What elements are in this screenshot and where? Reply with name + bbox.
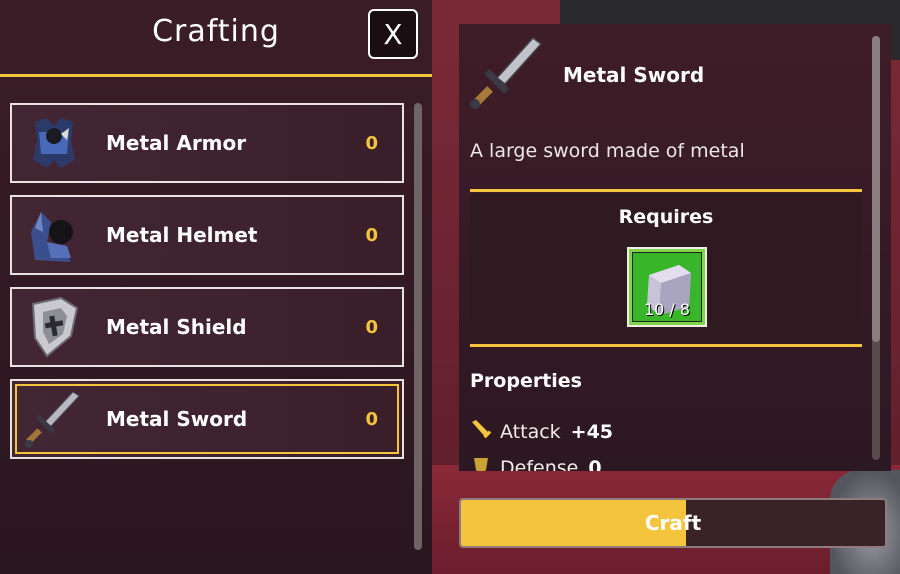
crafting-panel: Crafting X Metal Armor 0 Metal Helmet 0 … xyxy=(0,0,432,574)
property-attack: Attack +45 xyxy=(470,418,613,445)
craftable-list: Metal Armor 0 Metal Helmet 0 Metal Shiel… xyxy=(10,103,406,471)
list-item-metal-sword[interactable]: Metal Sword 0 xyxy=(10,379,404,459)
requirements-box: Requires 10 / 8 xyxy=(470,194,862,344)
item-name: Metal Shield xyxy=(106,315,247,339)
property-label: Defense xyxy=(500,456,579,472)
item-name: Metal Sword xyxy=(106,407,248,431)
sword-icon xyxy=(18,383,90,455)
list-item-metal-helmet[interactable]: Metal Helmet 0 xyxy=(10,195,404,275)
requirement-quantity: 10 / 8 xyxy=(643,300,691,319)
detail-header: Metal Sword xyxy=(467,34,704,116)
craft-label: Craft xyxy=(644,511,702,535)
shield-icon xyxy=(18,291,90,363)
detail-title: Metal Sword xyxy=(563,63,705,87)
sword-icon xyxy=(467,34,545,116)
title-divider xyxy=(0,74,432,77)
defense-icon xyxy=(470,454,492,471)
list-item-metal-armor[interactable]: Metal Armor 0 xyxy=(10,103,404,183)
item-name: Metal Armor xyxy=(106,131,247,155)
description-divider xyxy=(470,189,862,192)
item-count: 0 xyxy=(365,224,378,246)
property-defense: Defense 0 xyxy=(470,454,602,471)
list-scrollbar[interactable] xyxy=(414,103,422,550)
list-item-metal-shield[interactable]: Metal Shield 0 xyxy=(10,287,404,367)
craft-button[interactable]: Craft xyxy=(459,498,887,548)
properties-label: Properties xyxy=(470,370,582,392)
item-count: 0 xyxy=(365,408,378,430)
property-value: 0 xyxy=(588,456,602,472)
armor-icon xyxy=(18,107,90,179)
item-name: Metal Helmet xyxy=(106,223,258,247)
attack-icon xyxy=(470,418,492,445)
close-button[interactable]: X xyxy=(368,9,418,59)
requirements-divider xyxy=(470,344,862,347)
detail-scrollbar[interactable] xyxy=(872,36,880,460)
detail-description: A large sword made of metal xyxy=(470,140,745,162)
property-value: +45 xyxy=(570,420,614,443)
item-count: 0 xyxy=(365,132,378,154)
requirement-slot[interactable]: 10 / 8 xyxy=(627,247,707,327)
item-detail-panel: Metal Sword A large sword made of metal … xyxy=(459,24,891,471)
requires-label: Requires xyxy=(618,206,714,228)
property-label: Attack xyxy=(500,420,561,443)
helmet-icon xyxy=(18,199,90,271)
detail-scrollbar-thumb[interactable] xyxy=(872,36,880,342)
item-count: 0 xyxy=(365,316,378,338)
